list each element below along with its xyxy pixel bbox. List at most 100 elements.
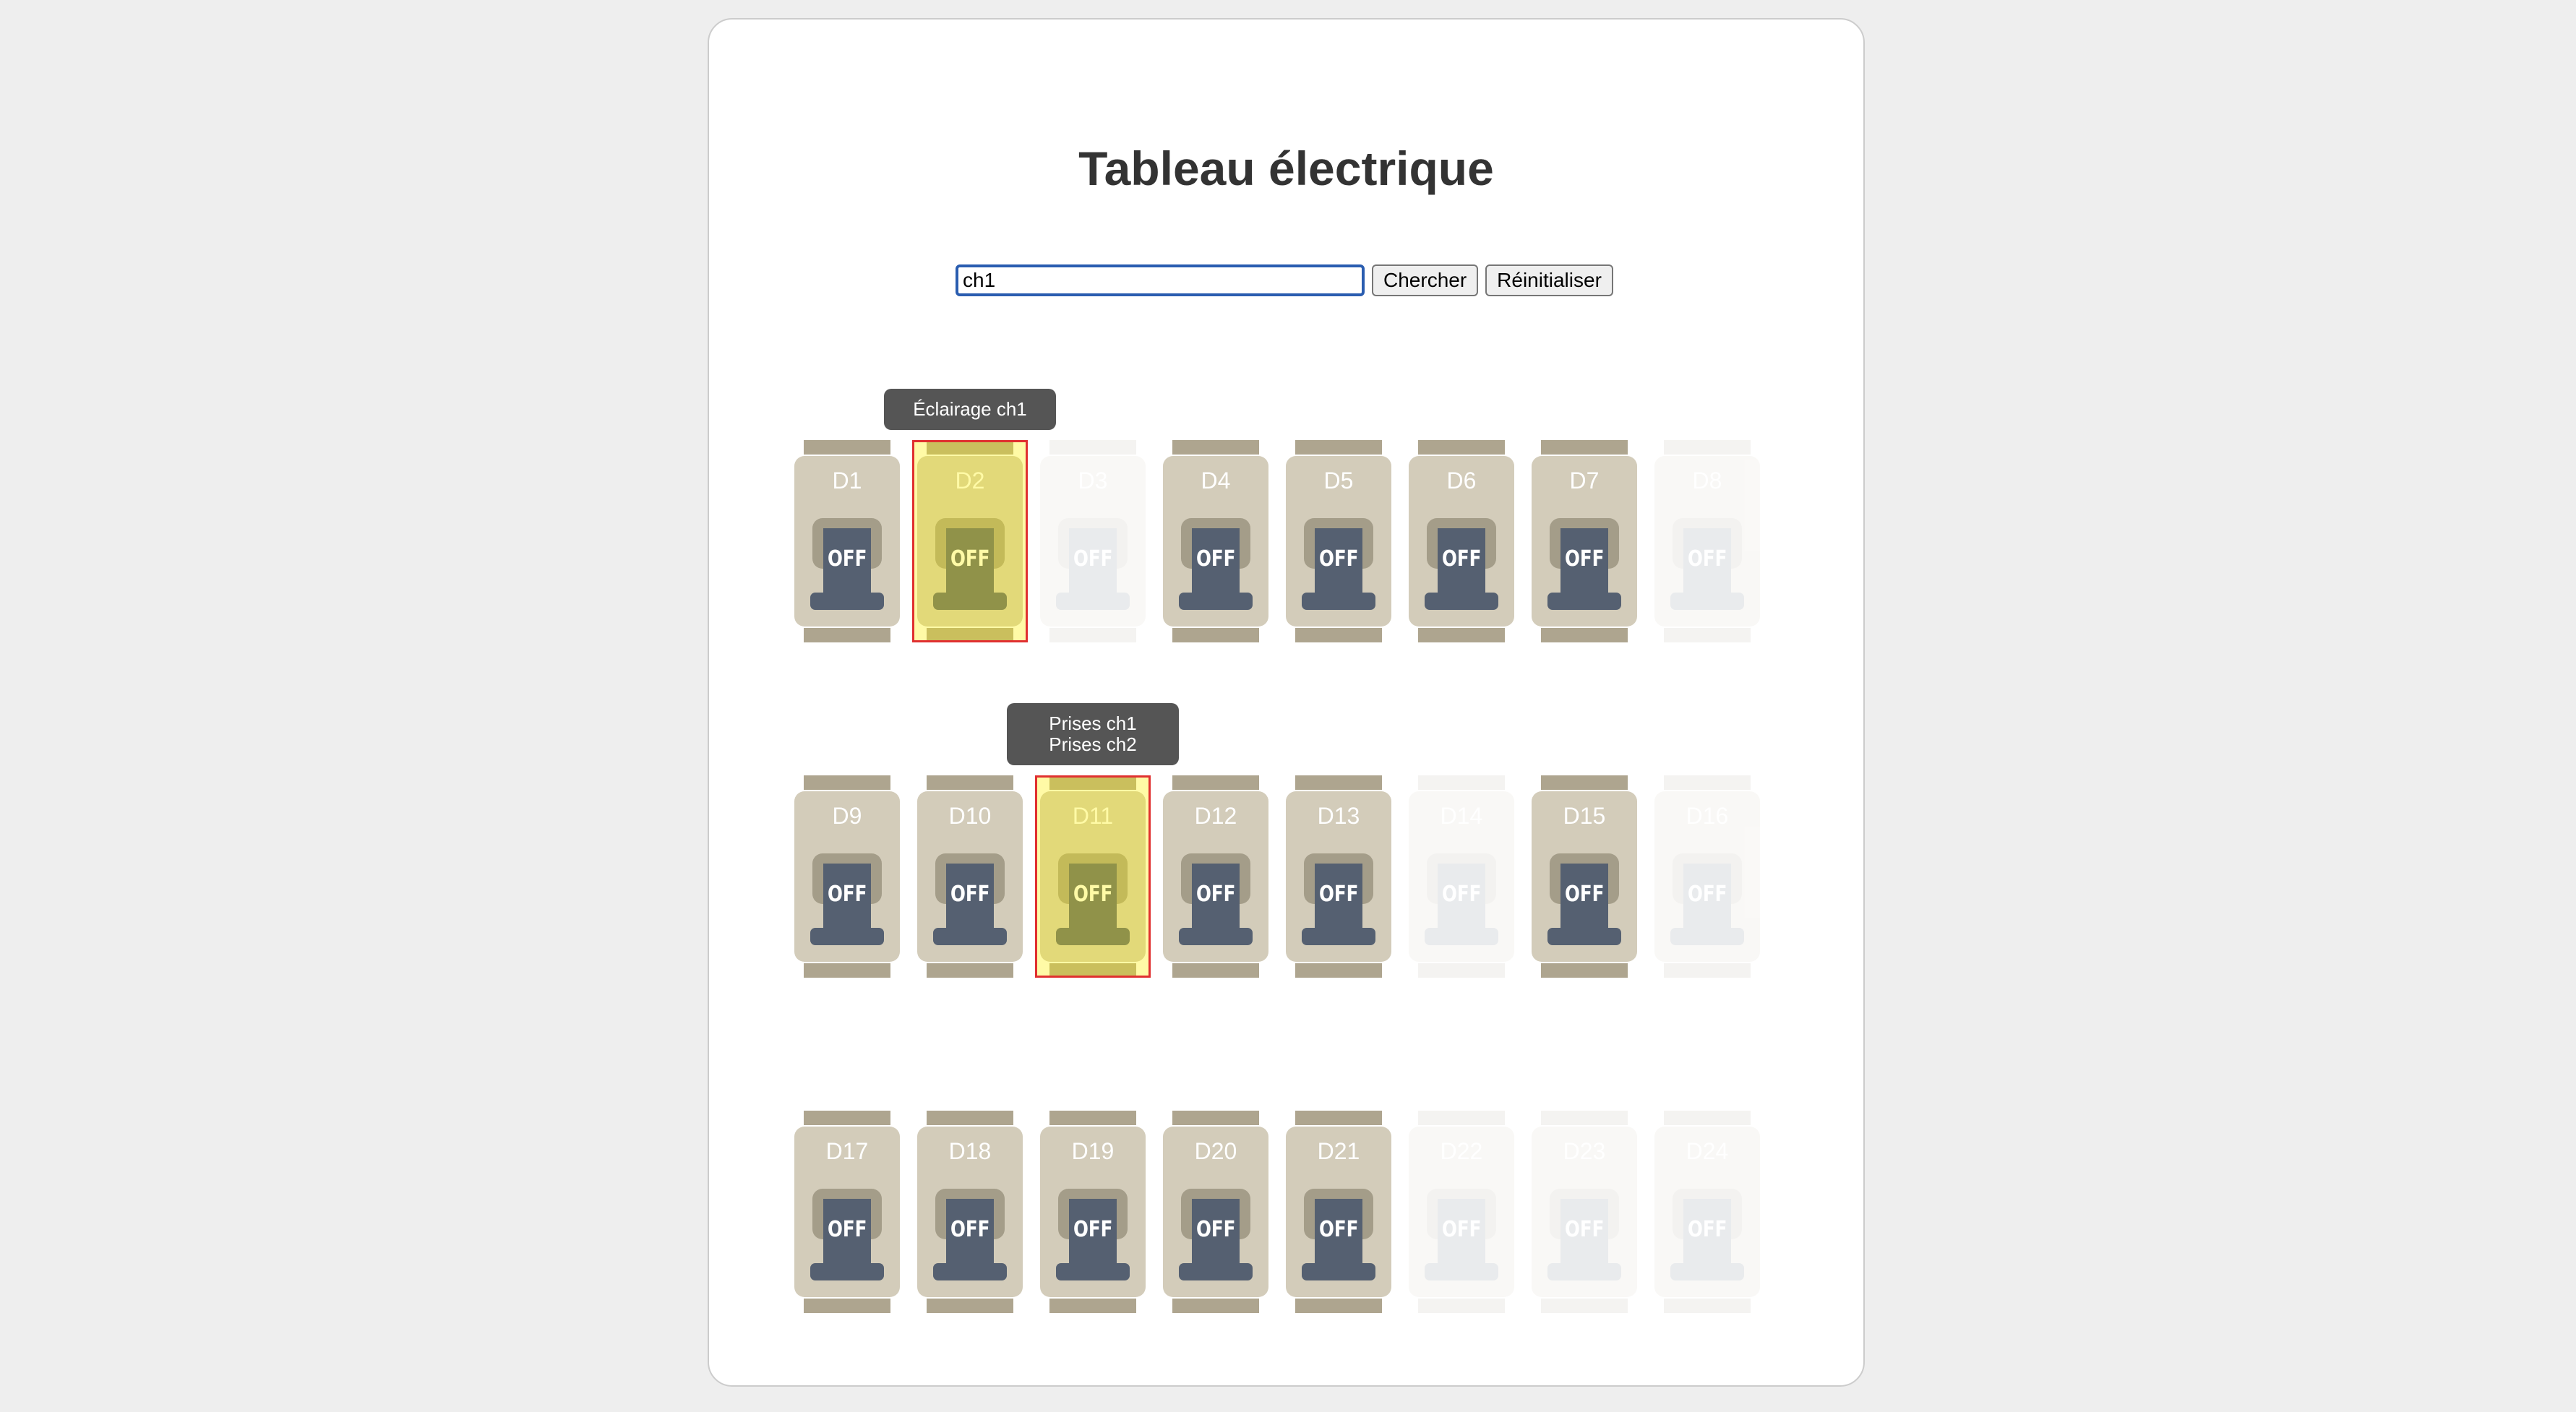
breaker-rail-top (927, 1111, 1013, 1125)
breaker-code-label: D7 (1569, 468, 1600, 494)
breaker-rail-bottom (1172, 628, 1259, 642)
breaker-rail-top (1172, 1111, 1259, 1125)
breaker-d17[interactable]: D17 OFF (789, 1111, 905, 1313)
breaker-rail-bottom (1049, 963, 1136, 978)
tooltip-d2: Éclairage ch1 (884, 389, 1056, 430)
breaker-code-label: D21 (1317, 1138, 1360, 1164)
breaker-d15[interactable]: D15 OFF (1527, 775, 1642, 978)
breaker-rail-top (1418, 1111, 1505, 1125)
breaker-code-label: D15 (1563, 803, 1606, 829)
breaker-rail-bottom (1664, 628, 1751, 642)
breaker-d8: D8 OFF (1649, 440, 1765, 642)
breaker-body: D23 OFF (1532, 1127, 1637, 1297)
breaker-body: D2 OFF (917, 456, 1023, 627)
off-state-label: OFF (950, 546, 990, 572)
breaker-rail-top (1295, 440, 1382, 455)
breaker-rail-top (1541, 1111, 1628, 1125)
off-state-label: OFF (1073, 546, 1113, 572)
breaker-d2[interactable]: D2 OFF (912, 440, 1028, 642)
breaker-code-label: D18 (948, 1138, 992, 1164)
breaker-rail-bottom (1418, 963, 1505, 978)
breaker-code-label: D17 (825, 1138, 869, 1164)
breaker-d10[interactable]: D10 OFF (912, 775, 1028, 978)
breaker-code-label: D8 (1692, 468, 1722, 494)
off-state-label: OFF (827, 546, 867, 572)
breaker-rail-top (804, 775, 890, 790)
breaker-body: D22 OFF (1409, 1127, 1514, 1297)
breaker-d6[interactable]: D6 OFF (1404, 440, 1519, 642)
off-state-label: OFF (1318, 1217, 1359, 1242)
breaker-rail-top (1541, 775, 1628, 790)
off-state-label: OFF (1195, 882, 1236, 907)
breaker-rail-top (1172, 775, 1259, 790)
search-button[interactable]: Chercher (1372, 264, 1479, 296)
breaker-d9[interactable]: D9 OFF (789, 775, 905, 978)
breaker-d24: D24 OFF (1649, 1111, 1765, 1313)
breaker-rail-bottom (804, 1299, 890, 1313)
breaker-rail-bottom (927, 628, 1013, 642)
breaker-code-label: D2 (955, 468, 985, 494)
breaker-code-label: D20 (1194, 1138, 1237, 1164)
breaker-rail-bottom (1418, 1299, 1505, 1313)
search-bar: Chercher Réinitialiser (956, 263, 1613, 298)
breaker-code-label: D9 (832, 803, 862, 829)
breaker-d12[interactable]: D12 OFF (1158, 775, 1274, 978)
breaker-rail-top (927, 775, 1013, 790)
breaker-rail-bottom (1049, 628, 1136, 642)
tooltip-line: Prises ch2 (1049, 733, 1137, 755)
breaker-body: D5 OFF (1286, 456, 1391, 627)
off-state-label: OFF (1073, 1217, 1113, 1242)
breaker-code-label: D11 (1072, 803, 1114, 829)
tooltip-line: Prises ch1 (1049, 713, 1137, 734)
breaker-rail-bottom (927, 963, 1013, 978)
page-title: Tableau électrique (1078, 142, 1494, 195)
breaker-rail-top (804, 1111, 890, 1125)
breaker-body: D24 OFF (1654, 1127, 1760, 1297)
breaker-body: D21 OFF (1286, 1127, 1391, 1297)
breaker-code-label: D14 (1440, 803, 1483, 829)
breaker-body: D8 OFF (1654, 456, 1760, 627)
breaker-rail-top (1418, 775, 1505, 790)
breaker-rail-bottom (1172, 1299, 1259, 1313)
breaker-d19[interactable]: D19 OFF (1035, 1111, 1151, 1313)
breaker-rail-bottom (1664, 963, 1751, 978)
off-state-label: OFF (1441, 882, 1482, 907)
search-input[interactable] (956, 264, 1365, 296)
off-state-label: OFF (1564, 546, 1605, 572)
off-state-label: OFF (1318, 882, 1359, 907)
breaker-d21[interactable]: D21 OFF (1281, 1111, 1396, 1313)
reset-button[interactable]: Réinitialiser (1485, 264, 1613, 296)
breaker-rail-bottom (1295, 628, 1382, 642)
breaker-body: D10 OFF (917, 791, 1023, 962)
breaker-d13[interactable]: D13 OFF (1281, 775, 1396, 978)
off-state-label: OFF (1195, 546, 1236, 572)
breaker-body: D1 OFF (794, 456, 900, 627)
breaker-rail-bottom (1541, 1299, 1628, 1313)
breaker-code-label: D1 (832, 468, 862, 494)
breaker-d1[interactable]: D1 OFF (789, 440, 905, 642)
breaker-d5[interactable]: D5 OFF (1281, 440, 1396, 642)
off-state-label: OFF (1073, 882, 1113, 907)
breaker-d18[interactable]: D18 OFF (912, 1111, 1028, 1313)
breaker-d20[interactable]: D20 OFF (1158, 1111, 1274, 1313)
breaker-d14: D14 OFF (1404, 775, 1519, 978)
breaker-rail-top (1418, 440, 1505, 455)
breaker-rail-top (1049, 775, 1136, 790)
breaker-rail-bottom (1172, 963, 1259, 978)
breaker-body: D14 OFF (1409, 791, 1514, 962)
breaker-body: D17 OFF (794, 1127, 900, 1297)
breaker-d7[interactable]: D7 OFF (1527, 440, 1642, 642)
breaker-rail-top (1541, 440, 1628, 455)
breaker-body: D9 OFF (794, 791, 900, 962)
breaker-d3: D3 OFF (1035, 440, 1151, 642)
breaker-rail-top (1049, 1111, 1136, 1125)
breaker-d11[interactable]: D11 OFF (1035, 775, 1151, 978)
breaker-rail-top (927, 440, 1013, 455)
breaker-rail-bottom (804, 628, 890, 642)
breaker-body: D20 OFF (1163, 1127, 1268, 1297)
breaker-body: D12 OFF (1163, 791, 1268, 962)
off-state-label: OFF (1195, 1217, 1236, 1242)
breaker-d4[interactable]: D4 OFF (1158, 440, 1274, 642)
off-state-label: OFF (827, 882, 867, 907)
off-state-label: OFF (1441, 1217, 1482, 1242)
